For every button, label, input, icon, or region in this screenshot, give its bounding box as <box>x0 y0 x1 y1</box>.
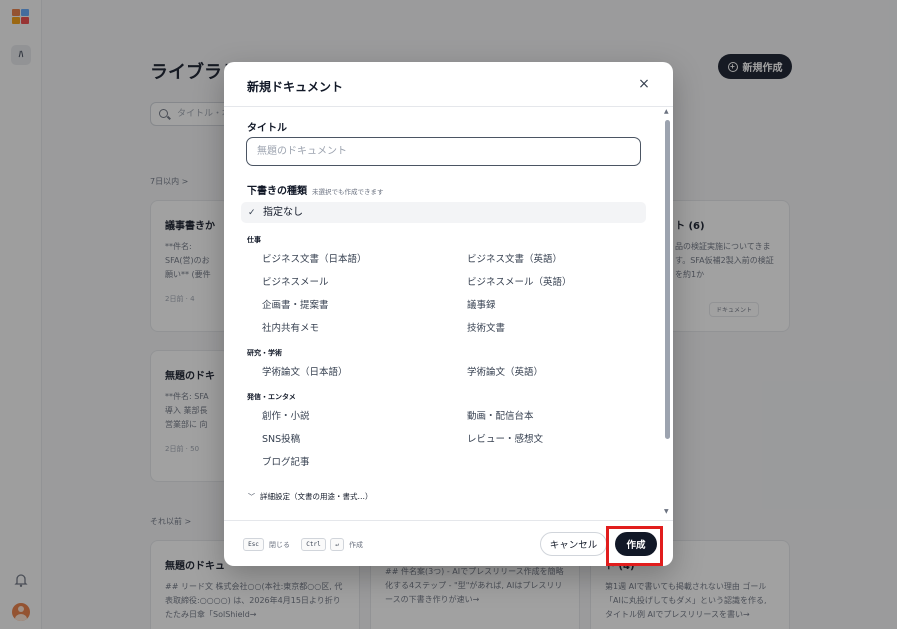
create-button-highlight <box>606 526 663 566</box>
esc-hint-text: 閉じる <box>269 541 290 549</box>
new-document-dialog: 新規ドキュメント × タイトル 下書きの種類未選択でも作成できます ✓ 指定なし … <box>224 62 673 566</box>
chevron-down-icon: ﹀ <box>248 493 255 501</box>
dialog-body[interactable]: タイトル 下書きの種類未選択でも作成できます ✓ 指定なし 仕事 ビジネス文書（日… <box>224 107 673 520</box>
scroll-up-icon[interactable]: ▲ <box>664 108 669 115</box>
draft-type-option[interactable]: 創作・小説 <box>262 408 310 422</box>
option-label: 指定なし <box>263 207 303 218</box>
enter-key-hint: ↵ <box>330 538 344 551</box>
dialog-title: 新規ドキュメント <box>247 80 344 94</box>
enter-hint-text: 作成 <box>349 541 363 549</box>
advanced-settings-toggle[interactable]: ﹀ 詳細設定（文書の用途・書式…） <box>248 491 373 502</box>
draft-type-option[interactable]: ビジネス文書（日本語） <box>262 251 367 265</box>
check-icon: ✓ <box>248 208 256 218</box>
title-label: タイトル <box>247 123 287 134</box>
dialog-scrollbar[interactable]: ▲ ▼ <box>664 108 670 518</box>
draft-type-option[interactable]: ブログ記事 <box>262 454 310 468</box>
draft-type-option[interactable]: ビジネスメール <box>262 274 329 288</box>
draft-type-option[interactable]: 動画・配信台本 <box>467 408 534 422</box>
close-icon[interactable]: × <box>636 76 652 92</box>
draft-type-label: 下書きの種類 未選択でも作成できます <box>247 182 384 197</box>
draft-type-option[interactable]: 学術論文（英語） <box>467 364 543 378</box>
scroll-down-icon[interactable]: ▼ <box>664 508 669 515</box>
draft-type-hint: 未選択でも作成できます <box>312 188 384 196</box>
draft-type-option[interactable]: 技術文書 <box>467 320 505 334</box>
draft-type-heading: 下書きの種類 <box>247 186 307 197</box>
draft-type-option[interactable]: 学術論文（日本語） <box>262 364 348 378</box>
draft-type-option[interactable]: ビジネスメール（英語） <box>467 274 572 288</box>
group-label-academic: 研究・学術 <box>247 349 282 357</box>
draft-type-option[interactable]: 企画書・提案書 <box>262 297 329 311</box>
draft-type-option[interactable]: 議事録 <box>467 297 496 311</box>
draft-type-option[interactable]: SNS投稿 <box>262 431 300 445</box>
dialog-header: 新規ドキュメント × <box>224 62 673 107</box>
draft-type-option[interactable]: レビュー・感想文 <box>467 431 543 445</box>
esc-key-hint: Esc <box>243 538 264 551</box>
draft-type-option-none[interactable]: ✓ 指定なし <box>241 202 646 223</box>
draft-type-option[interactable]: ビジネス文書（英語） <box>467 251 562 265</box>
cancel-button[interactable]: キャンセル <box>540 532 607 556</box>
group-label-work: 仕事 <box>247 236 261 244</box>
title-input[interactable] <box>246 137 641 166</box>
advanced-settings-label: 詳細設定（文書の用途・書式…） <box>260 492 373 501</box>
group-label-media: 発信・エンタメ <box>247 393 296 401</box>
draft-type-option[interactable]: 社内共有メモ <box>262 320 319 334</box>
scrollbar-thumb[interactable] <box>665 120 670 439</box>
ctrl-key-hint: Ctrl <box>301 538 326 551</box>
